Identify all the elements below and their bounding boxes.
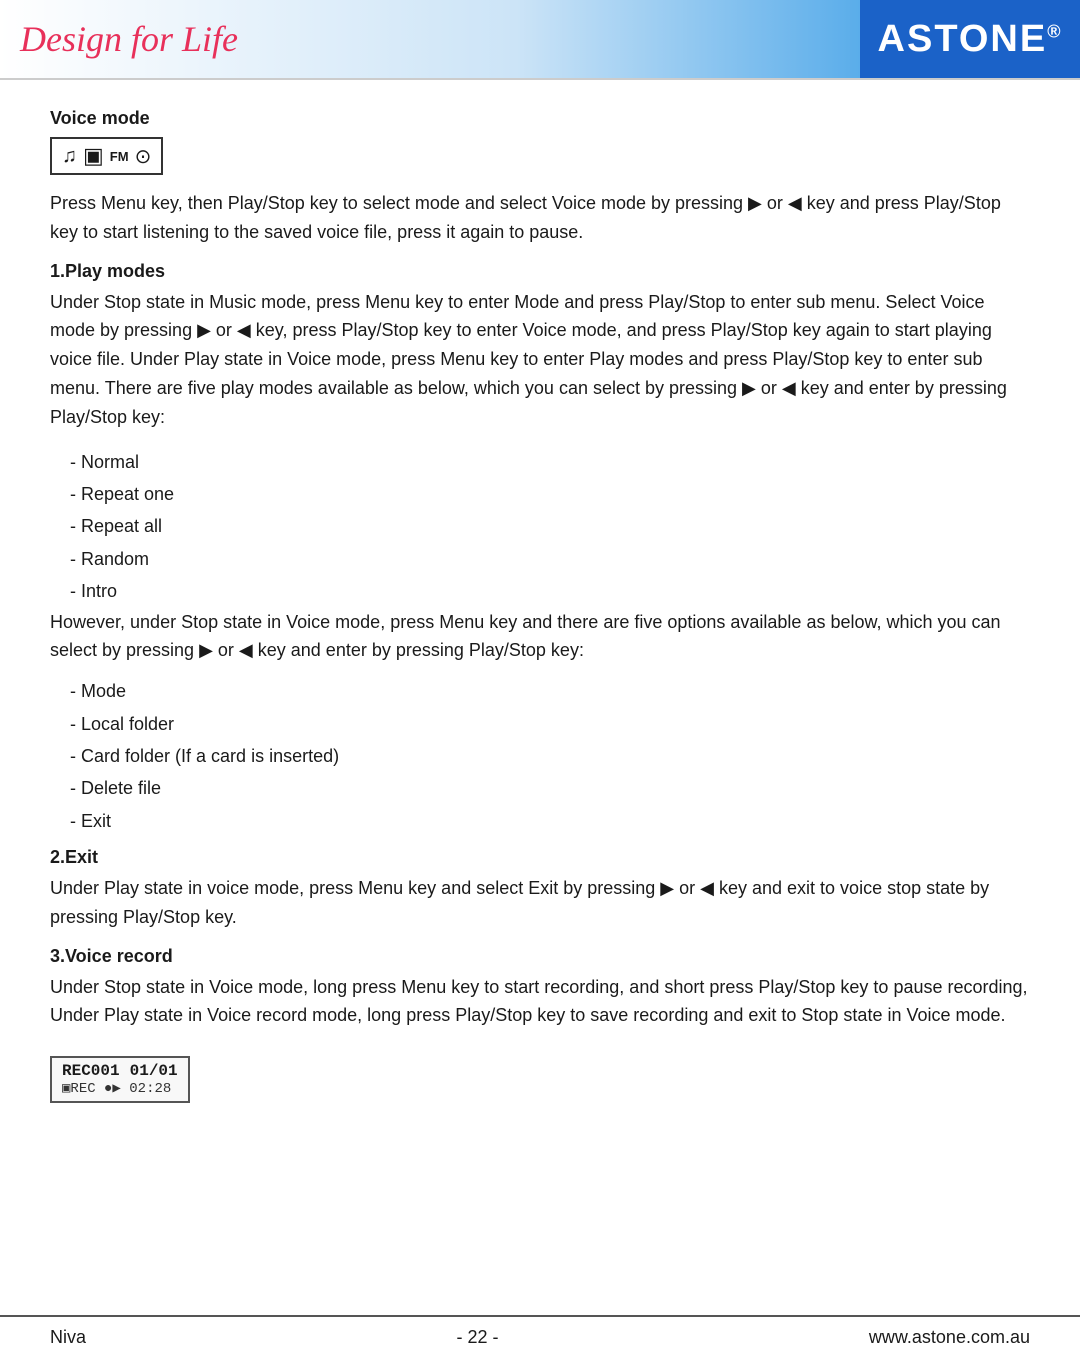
lcd-track-count: 01/01 [130,1062,178,1080]
lcd-rec-number: REC001 [62,1062,120,1080]
voice-mode-label: Voice mode [50,108,1030,129]
page-footer: Niva - 22 - www.astone.com.au [0,1315,1080,1358]
main-content: Voice mode FM Press Menu key, then Play/… [0,98,1080,1133]
footer-page-number: - 22 - [456,1327,498,1348]
music-icon [62,145,77,168]
list-item: - Card folder (If a card is inserted) [70,740,1030,772]
stop-state-text: However, under Stop state in Voice mode,… [50,608,1030,666]
voice-mode-icon-bar: FM [50,137,163,175]
list-item: - Mode [70,675,1030,707]
footer-product-name: Niva [50,1327,86,1348]
list-item: - Exit [70,805,1030,837]
company-logo-area: ASTONE® [860,0,1080,78]
company-logo: ASTONE® [878,18,1063,61]
list-item: - Random [70,543,1030,575]
rec-icon [83,143,104,169]
play-modes-description: Under Stop state in Music mode, press Me… [50,288,1030,432]
stop-state-options-list: - Mode - Local folder - Card folder (If … [50,675,1030,837]
voice-mode-intro: Press Menu key, then Play/Stop key to se… [50,189,1030,247]
footer-website: www.astone.com.au [869,1327,1030,1348]
fm-icon: FM [110,149,129,164]
list-item: - Normal [70,446,1030,478]
lcd-display: REC001 01/01 ▣REC ●▶ 02:28 [50,1056,190,1103]
page-header: Design for Life ASTONE® [0,0,1080,80]
lcd-line2: ▣REC ●▶ 02:28 [62,1080,178,1097]
exit-text: Under Play state in voice mode, press Me… [50,874,1030,932]
voice-record-text: Under Stop state in Voice mode, long pre… [50,973,1030,1031]
play-modes-heading: 1.Play modes [50,261,1030,282]
lcd-line1: REC001 01/01 [62,1062,178,1080]
list-item: - Repeat one [70,478,1030,510]
exit-heading: 2.Exit [50,847,1030,868]
play-modes-section: 1.Play modes Under Stop state in Music m… [50,261,1030,837]
voice-mode-section: Voice mode FM Press Menu key, then Play/… [50,108,1030,247]
recycle-icon [135,144,152,169]
exit-section: 2.Exit Under Play state in voice mode, p… [50,847,1030,932]
play-modes-list: - Normal - Repeat one - Repeat all - Ran… [50,446,1030,608]
brand-slogan-area: Design for Life [0,0,860,78]
list-item: - Delete file [70,772,1030,804]
voice-record-section: 3.Voice record Under Stop state in Voice… [50,946,1030,1104]
list-item: - Intro [70,575,1030,607]
list-item: - Repeat all [70,510,1030,542]
voice-record-heading: 3.Voice record [50,946,1030,967]
list-item: - Local folder [70,708,1030,740]
brand-slogan: Design for Life [20,18,238,60]
